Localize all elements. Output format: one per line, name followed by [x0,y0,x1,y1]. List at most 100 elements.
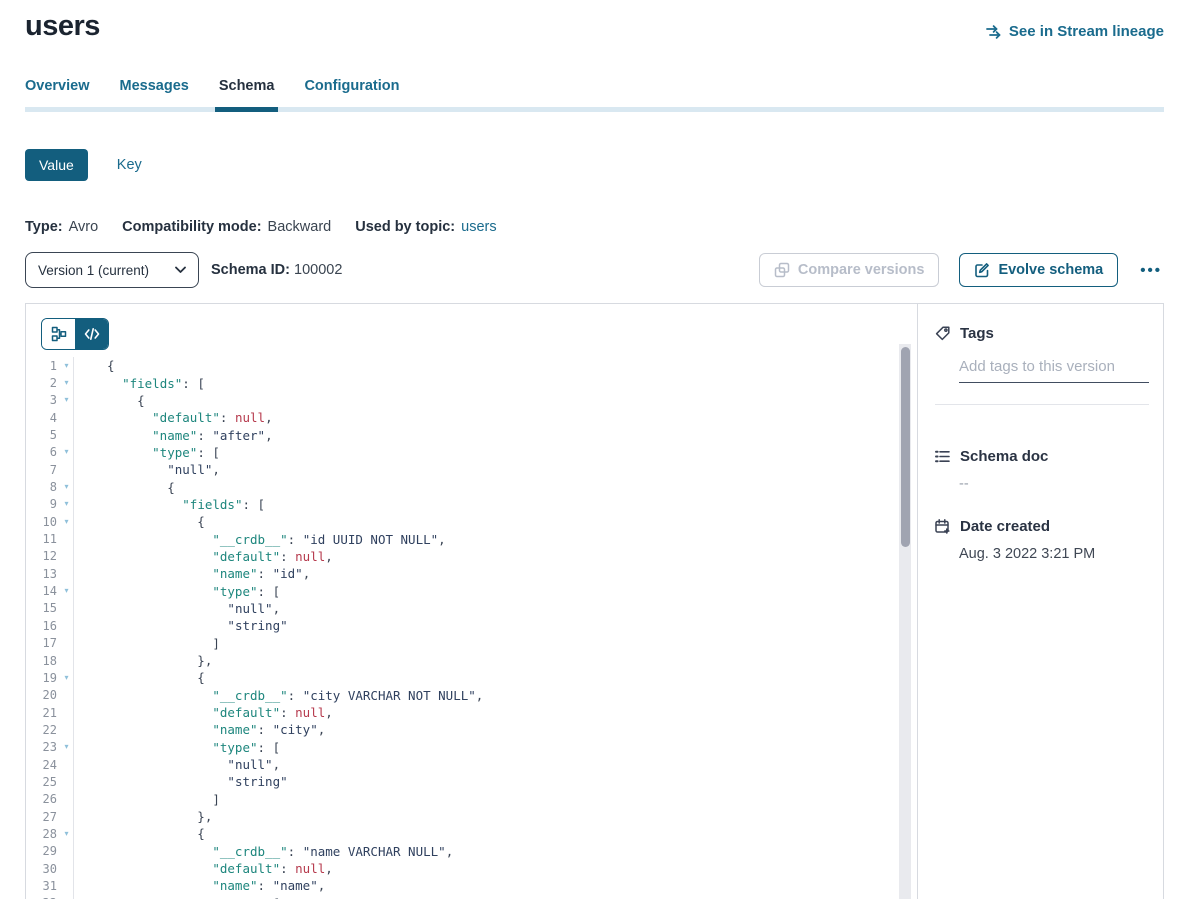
line-number: 11 [26,532,60,546]
code-line: 29 "__crdb__": "name VARCHAR NULL", [26,843,917,860]
version-select[interactable]: Version 1 (current) [25,252,199,288]
line-gutter: 19▾ [26,669,74,686]
line-gutter: 28▾ [26,825,74,842]
line-gutter: 32▾ [26,895,74,899]
line-number: 27 [26,810,60,824]
code-line: 20 "__crdb__": "city VARCHAR NOT NULL", [26,687,917,704]
code-line: 16 "string" [26,617,917,634]
code-line: 23▾ "type": [ [26,739,917,756]
line-gutter: 4 [26,409,74,426]
code-line: 11 "__crdb__": "id UUID NOT NULL", [26,530,917,547]
tab-schema[interactable]: Schema [219,78,275,107]
compatibility-value: Backward [268,219,332,235]
line-number: 30 [26,862,60,876]
date-created-value: Aug. 3 2022 3:21 PM [959,546,1149,562]
line-number: 17 [26,636,60,650]
code-line-text: "name": "after", [74,428,273,443]
compare-versions-button[interactable]: Compare versions [759,253,940,287]
schema-doc-heading: Schema doc [934,448,1149,465]
code-line-text: "default": null, [74,861,333,876]
line-number: 6 [26,445,60,459]
code-line: 18 }, [26,652,917,669]
line-gutter: 8▾ [26,478,74,495]
line-number: 13 [26,567,60,581]
line-gutter: 7 [26,461,74,478]
line-gutter: 3▾ [26,392,74,409]
fold-arrow-icon[interactable]: ▾ [60,587,73,595]
version-toolbar: Version 1 (current) Schema ID: 100002 Co… [25,252,1164,288]
tab-configuration[interactable]: Configuration [304,78,399,107]
fold-arrow-icon[interactable]: ▾ [60,483,73,491]
type-label: Type: [25,219,63,235]
code-line: 7 "null", [26,461,917,478]
fold-arrow-icon[interactable]: ▾ [60,518,73,526]
line-number: 28 [26,827,60,841]
schema-meta-row: Type:Avro Compatibility mode:Backward Us… [25,219,1164,235]
editor-scrollbar[interactable] [899,344,911,899]
line-gutter: 26 [26,791,74,808]
fold-arrow-icon[interactable]: ▾ [60,448,73,456]
code-line: 22 "name": "city", [26,721,917,738]
list-icon [934,448,951,465]
key-toggle-button[interactable]: Key [117,157,142,173]
line-gutter: 31 [26,877,74,894]
line-number: 20 [26,688,60,702]
code-line-text: "null", [74,462,220,477]
line-gutter: 22 [26,721,74,738]
fold-arrow-icon[interactable]: ▾ [60,743,73,751]
line-number: 26 [26,792,60,806]
code-line-text: "string" [74,618,288,633]
stream-lineage-link[interactable]: See in Stream lineage [985,23,1164,40]
schema-panel: 1▾{2▾ "fields": [3▾ {4 "default": null,5… [25,303,1164,899]
line-gutter: 30 [26,860,74,877]
code-line-text: "__crdb__": "city VARCHAR NOT NULL", [74,688,483,703]
line-number: 7 [26,463,60,477]
code-line-text: { [74,393,145,408]
line-number: 24 [26,758,60,772]
scrollbar-thumb[interactable] [901,347,910,547]
schema-id-value: 100002 [294,262,342,278]
date-created-heading-label: Date created [960,518,1050,535]
fold-arrow-icon[interactable]: ▾ [60,379,73,387]
code-line: 26 ] [26,791,917,808]
line-number: 22 [26,723,60,737]
code-line-text: "type": [ [74,740,280,755]
tab-messages[interactable]: Messages [120,78,189,107]
more-options-button[interactable]: ••• [1138,263,1164,278]
line-number: 18 [26,654,60,668]
code-viewport[interactable]: 1▾{2▾ "fields": [3▾ {4 "default": null,5… [26,357,917,899]
code-line-text: { [74,514,205,529]
line-number: 1 [26,359,60,373]
fold-arrow-icon[interactable]: ▾ [60,362,73,370]
evolve-schema-button[interactable]: Evolve schema [959,253,1118,287]
fold-arrow-icon[interactable]: ▾ [60,500,73,508]
code-line-text: "default": null, [74,549,333,564]
line-gutter: 20 [26,687,74,704]
code-line-text: "fields": [ [74,376,205,391]
fold-arrow-icon[interactable]: ▾ [60,396,73,404]
editor-toolbar [26,304,917,350]
add-tags-input[interactable] [959,356,1149,383]
tree-view-button[interactable] [42,319,75,349]
code-line: 25 "string" [26,773,917,790]
code-line: 3▾ { [26,392,917,409]
fold-arrow-icon[interactable]: ▾ [60,830,73,838]
line-number: 10 [26,515,60,529]
line-number: 16 [26,619,60,633]
code-line-text: "__crdb__": "name VARCHAR NULL", [74,844,453,859]
line-gutter: 29 [26,843,74,860]
topic-link[interactable]: users [461,219,496,235]
code-line: 15 "null", [26,600,917,617]
value-toggle-button[interactable]: Value [25,149,88,181]
code-line-text: "default": null, [74,410,273,425]
line-number: 5 [26,428,60,442]
line-number: 15 [26,601,60,615]
code-view-button[interactable] [75,319,108,349]
line-number: 3 [26,393,60,407]
line-gutter: 27 [26,808,74,825]
line-gutter: 12 [26,548,74,565]
code-line: 5 "name": "after", [26,426,917,443]
tab-overview[interactable]: Overview [25,78,90,107]
fold-arrow-icon[interactable]: ▾ [60,674,73,682]
code-line-text: "name": "city", [74,722,325,737]
